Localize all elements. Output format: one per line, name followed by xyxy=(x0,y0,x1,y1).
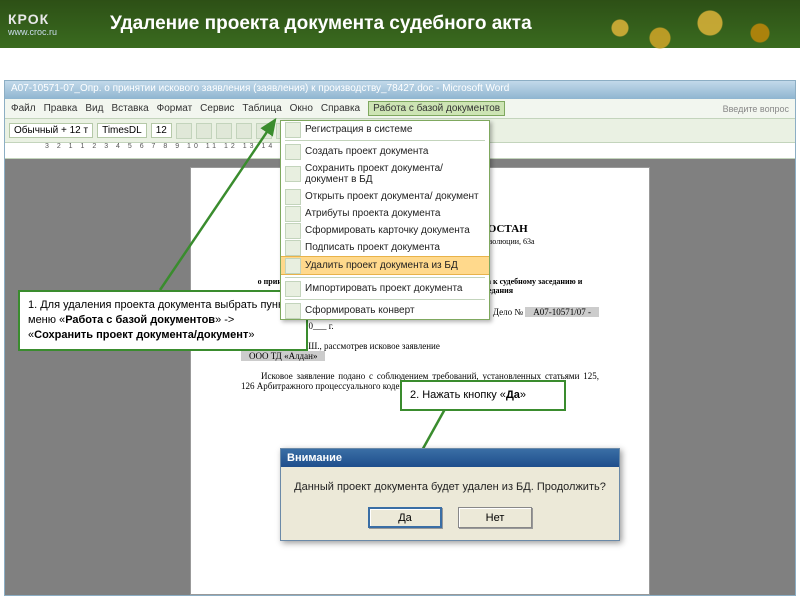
style-select[interactable]: Обычный + 12 т xyxy=(9,123,93,138)
menu-bar: Файл Правка Вид Вставка Формат Сервис Та… xyxy=(5,99,795,119)
dd-envelope[interactable]: Сформировать конверт xyxy=(281,302,489,319)
decor-spheres xyxy=(600,8,800,68)
db-dropdown-menu: Регистрация в системе Создать проект док… xyxy=(280,120,490,320)
menu-edit[interactable]: Правка xyxy=(44,103,78,114)
bold-icon[interactable] xyxy=(176,123,192,139)
dd-create[interactable]: Создать проект документа xyxy=(281,143,489,160)
help-input[interactable]: Введите вопрос xyxy=(723,104,789,114)
confirm-dialog: Внимание Данный проект документа будет у… xyxy=(280,448,620,541)
menu-db-work[interactable]: Работа с базой документов xyxy=(368,101,505,116)
dd-open[interactable]: Открыть проект документа/ документ xyxy=(281,188,489,205)
callout-step-1: 1. Для удаления проекта документа выбрат… xyxy=(18,290,308,351)
word-title-bar: A07-10571-07_Опр. о принятии искового за… xyxy=(5,81,795,99)
size-select[interactable]: 12 xyxy=(151,123,172,138)
menu-help[interactable]: Справка xyxy=(321,103,360,114)
menu-file[interactable]: Файл xyxy=(11,103,36,114)
brand-bar: КРОК www.croc.ru Удаление проекта докуме… xyxy=(0,0,800,48)
no-button[interactable]: Нет xyxy=(458,507,532,528)
callout-step-2: 2. Нажать кнопку «Да» xyxy=(400,380,566,411)
align-center-icon[interactable] xyxy=(256,123,272,139)
underline-icon[interactable] xyxy=(216,123,232,139)
dd-sep xyxy=(285,299,485,300)
menu-view[interactable]: Вид xyxy=(85,103,103,114)
dd-import[interactable]: Импортировать проект документа xyxy=(281,280,489,297)
font-select[interactable]: TimesDL xyxy=(97,123,147,138)
menu-tools[interactable]: Сервис xyxy=(200,103,234,114)
dd-sign[interactable]: Подписать проект документа xyxy=(281,239,489,256)
dd-sep xyxy=(285,140,485,141)
dd-delete[interactable]: Удалить проект документа из БД xyxy=(281,256,489,275)
align-left-icon[interactable] xyxy=(236,123,252,139)
menu-window[interactable]: Окно xyxy=(290,103,313,114)
dialog-buttons: Да Нет xyxy=(281,499,619,540)
dd-card[interactable]: Сформировать карточку документа xyxy=(281,222,489,239)
yes-button[interactable]: Да xyxy=(368,507,442,528)
logo: КРОК www.croc.ru xyxy=(0,11,100,37)
dd-sep xyxy=(285,277,485,278)
dd-save[interactable]: Сохранить проект документа/ документ в Б… xyxy=(281,160,489,188)
dialog-text: Данный проект документа будет удален из … xyxy=(281,467,619,499)
dd-register[interactable]: Регистрация в системе xyxy=(281,121,489,138)
case-label: Дело № А07-10571/07 - xyxy=(493,307,599,317)
menu-table[interactable]: Таблица xyxy=(242,103,281,114)
menu-insert[interactable]: Вставка xyxy=(111,103,148,114)
menu-format[interactable]: Формат xyxy=(157,103,193,114)
dd-attrs[interactable]: Атрибуты проекта документа xyxy=(281,205,489,222)
logo-url: www.croc.ru xyxy=(8,27,100,37)
italic-icon[interactable] xyxy=(196,123,212,139)
logo-text: КРОК xyxy=(8,11,100,27)
dialog-title: Внимание xyxy=(281,449,619,467)
